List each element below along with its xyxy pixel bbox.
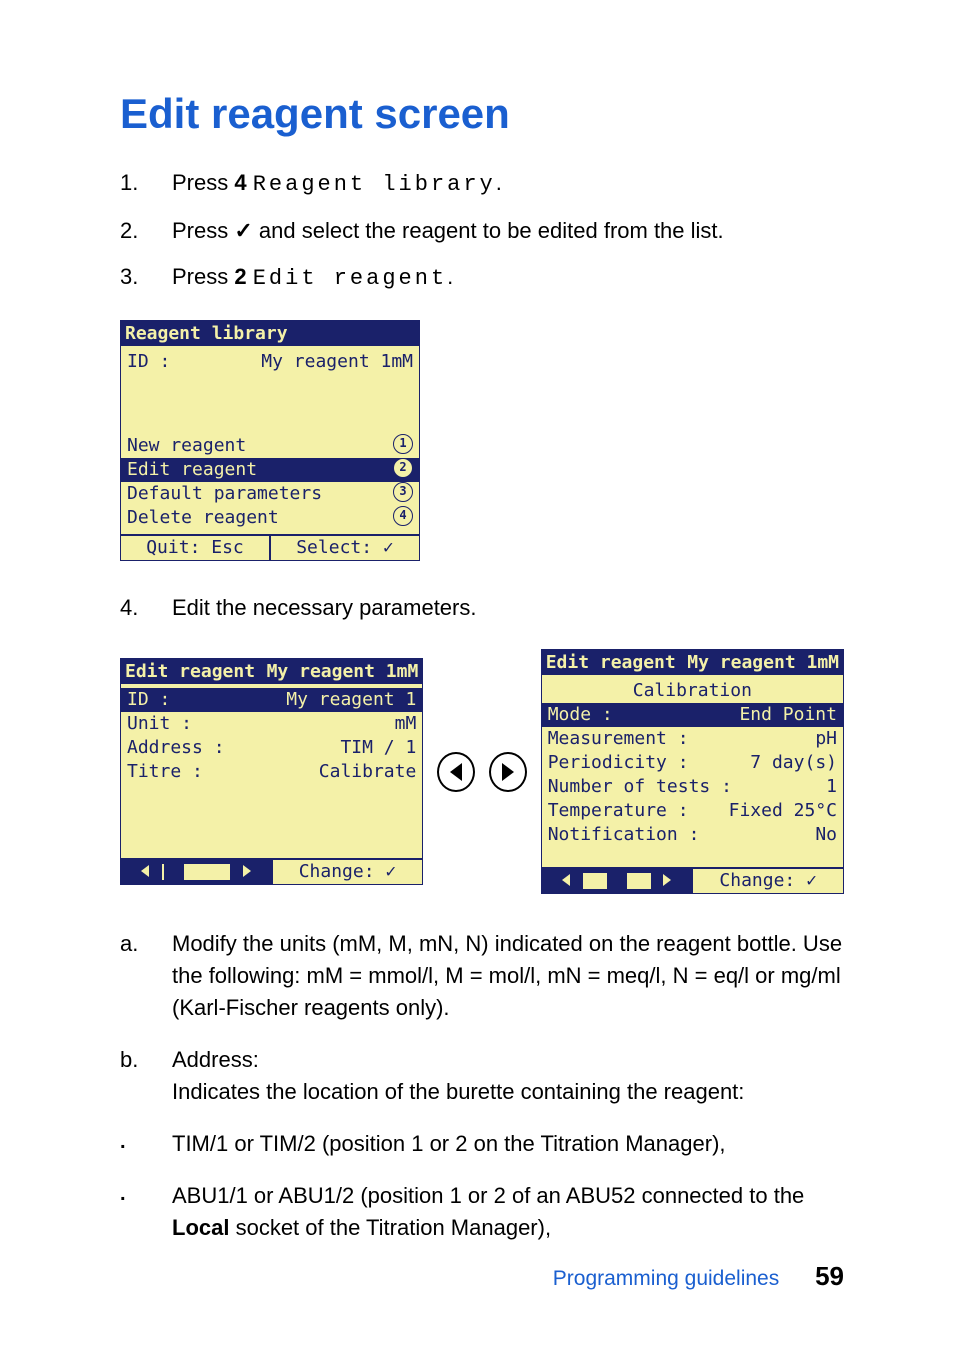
screen-body: ID : My reagent 1 Unit : mM Address : TI… [121, 684, 422, 858]
left-triangle-icon [141, 865, 149, 877]
screen-title-bar: Edit reagent My reagent 1mM [121, 659, 422, 684]
bar-left: Edit reagent [125, 661, 255, 682]
edit-reagent-screen-1: Edit reagent My reagent 1mM ID : My reag… [120, 658, 423, 885]
footer-change[interactable]: Change: ✓ [271, 860, 423, 884]
screen-title-bar: Reagent library [121, 321, 419, 346]
footer-page-number: 59 [815, 1261, 844, 1291]
sub-text: Address: Indicates the location of the b… [172, 1044, 744, 1108]
row-unit[interactable]: Unit : mM [127, 712, 416, 736]
left-arrow-icon [450, 763, 462, 781]
row-titre[interactable]: Titre : Calibrate [127, 760, 416, 784]
footer-guide: Programming guidelines [553, 1267, 779, 1290]
step-4: 4. Edit the necessary parameters. [120, 591, 844, 625]
row-id[interactable]: ID : My reagent 1 [121, 688, 422, 712]
scrollbar-icon [583, 873, 651, 889]
row-measurement[interactable]: Measurement : pH [548, 727, 837, 751]
footer-quit[interactable]: Quit: Esc [121, 536, 269, 560]
screen-footer: Change: ✓ [542, 867, 843, 893]
menu-delete-reagent[interactable]: Delete reagent 4 [127, 506, 413, 530]
bullet-icon: . [120, 1180, 172, 1244]
left-triangle-icon [562, 874, 570, 886]
bar-right: My reagent 1mM [267, 661, 419, 682]
sub-marker: a. [120, 928, 172, 1024]
badge-1-icon: 1 [393, 434, 413, 454]
row-mode[interactable]: Mode : End Point [542, 703, 843, 727]
subtitle: Calibration [633, 679, 752, 703]
step-text: Press ✓ and select the reagent to be edi… [172, 214, 724, 248]
step-number: 2. [120, 214, 172, 248]
screen-body: ID : My reagent 1mM New reagent 1 Edit r… [121, 346, 419, 534]
sub-a: a. Modify the units (mM, M, mN, N) indic… [120, 928, 844, 1024]
badge-4-icon: 4 [393, 506, 413, 526]
menu-edit-reagent[interactable]: Edit reagent 2 [121, 458, 419, 482]
sub-b: b. Address: Indicates the location of th… [120, 1044, 844, 1108]
sub-bullet-2: . ABU1/1 or ABU1/2 (position 1 or 2 of a… [120, 1180, 844, 1244]
right-arrow-icon [502, 763, 514, 781]
menu-default-parameters[interactable]: Default parameters 3 [127, 482, 413, 506]
step-number: 4. [120, 591, 172, 625]
step-3: 3. Press 2 Edit reagent. [120, 260, 844, 296]
footer-scroll[interactable] [121, 860, 271, 884]
reagent-library-screen: Reagent library ID : My reagent 1mM New … [120, 320, 420, 561]
step-text: Press 4 Reagent library. [172, 166, 502, 202]
sub-marker: b. [120, 1044, 172, 1108]
edit-reagent-screen-2: Edit reagent My reagent 1mM Calibration … [541, 649, 844, 894]
screen-footer: Quit: Esc Select: ✓ [121, 534, 419, 560]
menu-new-reagent[interactable]: New reagent 1 [127, 434, 413, 458]
step-2: 2. Press ✓ and select the reagent to be … [120, 214, 844, 248]
prev-page-button[interactable] [437, 752, 475, 792]
bar-right: My reagent 1mM [687, 652, 839, 673]
step-text: Edit the necessary parameters. [172, 591, 476, 625]
row-notification[interactable]: Notification : No [548, 823, 837, 847]
bullet-icon: . [120, 1128, 172, 1160]
steps-list-2: 4. Edit the necessary parameters. [120, 591, 844, 625]
scrollbar-icon [162, 864, 230, 880]
badge-3-icon: 3 [393, 482, 413, 502]
sub-text: Modify the units (mM, M, mN, N) indicate… [172, 928, 844, 1024]
page: Edit reagent screen 1. Press 4 Reagent l… [0, 0, 954, 1352]
screen-footer: Change: ✓ [121, 858, 422, 884]
edit-screens-row: Edit reagent My reagent 1mM ID : My reag… [120, 649, 844, 894]
row-address[interactable]: Address : TIM / 1 [127, 736, 416, 760]
right-triangle-icon [663, 874, 671, 886]
sub-text: TIM/1 or TIM/2 (position 1 or 2 on the T… [172, 1128, 726, 1160]
next-page-button[interactable] [489, 752, 527, 792]
id-label: ID : [127, 350, 170, 374]
page-title: Edit reagent screen [120, 90, 844, 138]
steps-list: 1. Press 4 Reagent library. 2. Press ✓ a… [120, 166, 844, 296]
footer-select[interactable]: Select: ✓ [269, 536, 419, 560]
row-periodicity[interactable]: Periodicity : 7 day(s) [548, 751, 837, 775]
step-number: 1. [120, 166, 172, 202]
screen-title: Reagent library [125, 323, 288, 344]
step-text: Press 2 Edit reagent. [172, 260, 453, 296]
page-footer: Programming guidelines 59 [553, 1261, 844, 1292]
screen-title-bar: Edit reagent My reagent 1mM [542, 650, 843, 675]
screen-body: Calibration Mode : End Point Measurement… [542, 675, 843, 867]
footer-scroll[interactable] [542, 869, 692, 893]
subtitle-row: Calibration [548, 679, 837, 703]
id-value: My reagent 1mM [261, 350, 413, 374]
sub-steps: a. Modify the units (mM, M, mN, N) indic… [120, 928, 844, 1243]
id-row: ID : My reagent 1mM [127, 350, 413, 374]
row-temperature[interactable]: Temperature : Fixed 25°C [548, 799, 837, 823]
badge-2-icon: 2 [393, 458, 413, 478]
row-number-of-tests[interactable]: Number of tests : 1 [548, 775, 837, 799]
bar-left: Edit reagent [546, 652, 676, 673]
sub-bullet-1: . TIM/1 or TIM/2 (position 1 or 2 on the… [120, 1128, 844, 1160]
sub-text: ABU1/1 or ABU1/2 (position 1 or 2 of an … [172, 1180, 844, 1244]
right-triangle-icon [243, 865, 251, 877]
step-1: 1. Press 4 Reagent library. [120, 166, 844, 202]
footer-change[interactable]: Change: ✓ [691, 869, 843, 893]
step-number: 3. [120, 260, 172, 296]
